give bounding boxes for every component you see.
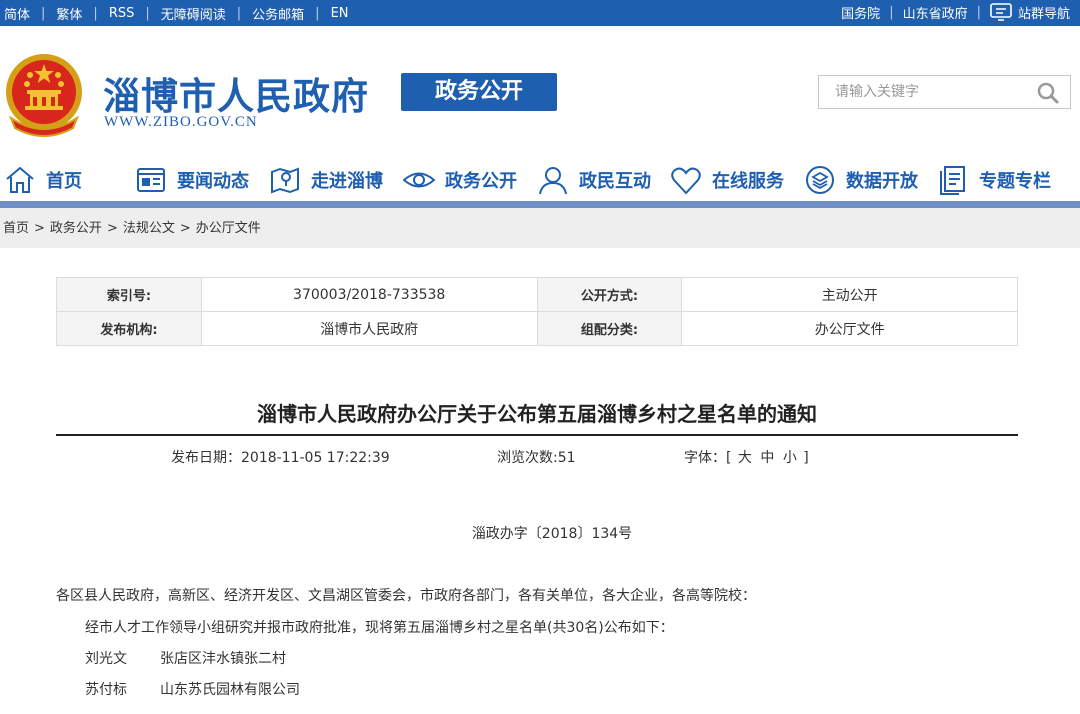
top-left-links: 简体 | 繁体 | RSS | 无障碍阅读 | 公务邮箱 | EN	[2, 4, 351, 23]
list-item: 苏付标	[85, 679, 127, 699]
site-title[interactable]: 淄博市人民政府	[103, 66, 369, 120]
font-size-close: ]	[803, 450, 809, 466]
list-item: 山东苏氏园林有限公司	[160, 679, 300, 699]
top-right-links: 国务院 | 山东省政府 | 站群导航	[841, 2, 1070, 22]
nav-news[interactable]: 要闻动态	[135, 160, 249, 200]
category-label: 组配分类:	[536, 311, 683, 346]
nav-about-zibo[interactable]: 走进淄博	[269, 160, 383, 200]
nav-gov-affairs[interactable]: 政务公开	[403, 160, 517, 200]
link-shandong-gov[interactable]: 山东省政府	[903, 3, 968, 22]
winner-unit: 山东苏氏园林有限公司	[160, 682, 300, 698]
font-large-button[interactable]: 大	[736, 450, 754, 466]
font-small-button[interactable]: 小	[781, 450, 799, 466]
document-info-table: 索引号: 370003/2018-733538 公开方式: 主动公开 发布机构:…	[56, 277, 1018, 346]
breadcrumb-sep: >	[106, 221, 118, 236]
breadcrumb-sep: >	[34, 221, 45, 236]
nav-news-label: 要闻动态	[177, 171, 249, 192]
nav-open-data-label: 数据开放	[846, 171, 918, 192]
table-row: 索引号: 370003/2018-733538 公开方式: 主动公开	[56, 277, 1018, 312]
layers-icon	[806, 166, 834, 194]
link-state-council[interactable]: 国务院	[841, 3, 880, 22]
category-value: 办公厅文件	[681, 311, 1018, 346]
divider: |	[889, 4, 894, 20]
publish-mode-value: 主动公开	[681, 277, 1018, 312]
winner-name: 刘光文	[85, 651, 127, 667]
breadcrumb-gov-affairs[interactable]: 政务公开	[50, 221, 102, 236]
link-rss[interactable]: RSS	[107, 6, 137, 21]
publish-mode-label: 公开方式:	[536, 277, 683, 312]
link-simplified[interactable]: 简体	[2, 4, 32, 23]
user-icon	[539, 167, 567, 195]
breadcrumb: 首页 > 政务公开 > 法规公文 > 办公厅文件	[0, 208, 1080, 248]
nav-online-service[interactable]: 在线服务	[670, 160, 784, 200]
winner-name: 苏付标	[85, 682, 127, 698]
nav-online-service-label: 在线服务	[712, 171, 784, 192]
index-label: 索引号:	[56, 277, 202, 312]
table-row: 发布机构: 淄博市人民政府 组配分类: 办公厅文件	[56, 311, 1018, 346]
body-paragraph: 经市人才工作领导小组研究并报市政府批准，现将第五届淄博乡村之星名单(共30名)公…	[85, 620, 674, 636]
nav-home-label: 首页	[46, 171, 82, 192]
nav-gov-affairs-label: 政务公开	[445, 171, 517, 192]
divider: |	[976, 4, 981, 20]
site-group-icon[interactable]	[990, 3, 1012, 21]
nav-topics[interactable]: 专题专栏	[937, 160, 1051, 200]
nav-open-data[interactable]: 数据开放	[804, 160, 918, 200]
list-item: 刘光文	[85, 648, 127, 668]
heart-icon	[671, 167, 701, 195]
breadcrumb-regulations[interactable]: 法规公文	[123, 221, 175, 236]
divider: |	[145, 6, 150, 21]
home-icon	[6, 166, 34, 193]
font-size-selector: 字体：[ 大 中 小 ]	[684, 447, 809, 467]
link-traditional[interactable]: 繁体	[54, 4, 84, 23]
font-size-label: 字体：[	[684, 450, 732, 466]
main-nav: 首页 要闻动态 走进淄博 政务公开 政民互动 在线服务 数据开放 专题专栏	[0, 160, 1080, 200]
section-badge[interactable]: 政务公开	[401, 73, 557, 111]
document-icon	[940, 166, 965, 195]
breadcrumb-home[interactable]: 首页	[3, 221, 29, 236]
search-box	[818, 75, 1071, 109]
search-icon[interactable]	[1036, 81, 1060, 105]
index-value: 370003/2018-733538	[200, 277, 538, 312]
nav-topics-label: 专题专栏	[979, 171, 1051, 192]
link-accessibility[interactable]: 无障碍阅读	[159, 4, 228, 23]
breadcrumb-office-docs[interactable]: 办公厅文件	[196, 221, 261, 236]
link-official-mail[interactable]: 公务邮箱	[250, 4, 306, 23]
divider: |	[315, 6, 320, 21]
nav-about-zibo-label: 走进淄博	[311, 171, 383, 192]
nav-divider	[0, 201, 1080, 208]
document-number: 淄政办字〔2018〕134号	[471, 526, 633, 542]
search-input[interactable]	[819, 76, 1029, 108]
top-bar: 简体 | 繁体 | RSS | 无障碍阅读 | 公务邮箱 | EN 国务院 | 山东省政府…	[0, 0, 1080, 26]
eye-icon	[403, 172, 435, 188]
article-title: 淄博市人民政府办公厅关于公布第五届淄博乡村之星名单的通知	[257, 402, 817, 426]
font-medium-button[interactable]: 中	[758, 450, 776, 466]
breadcrumb-sep: >	[179, 221, 191, 236]
publish-date: 发布日期：2018-11-05 17:22:39	[171, 450, 390, 466]
nav-interaction[interactable]: 政民互动	[537, 160, 651, 200]
publisher-value: 淄博市人民政府	[200, 311, 538, 346]
list-item: 张店区沣水镇张二村	[160, 648, 286, 668]
link-site-group-nav[interactable]: 站群导航	[1018, 3, 1070, 22]
news-icon	[137, 168, 165, 192]
divider: |	[236, 6, 242, 21]
publisher-label: 发布机构:	[56, 311, 202, 346]
divider: |	[93, 6, 98, 21]
divider: |	[41, 6, 46, 21]
winner-unit: 张店区沣水镇张二村	[160, 651, 286, 667]
recipients: 各区县人民政府，高新区、经济开发区、文昌湖区管委会，市政府各部门，各有关单位，各…	[56, 588, 756, 604]
site-url: WWW.ZIBO.GOV.CN	[104, 114, 258, 130]
national-emblem-icon[interactable]	[3, 52, 85, 140]
nav-interaction-label: 政民互动	[579, 171, 651, 192]
link-english[interactable]: EN	[329, 6, 351, 21]
view-count: 浏览次数:51	[497, 450, 576, 466]
map-icon	[271, 167, 299, 194]
nav-home[interactable]: 首页	[4, 160, 82, 200]
title-divider	[56, 434, 1018, 436]
